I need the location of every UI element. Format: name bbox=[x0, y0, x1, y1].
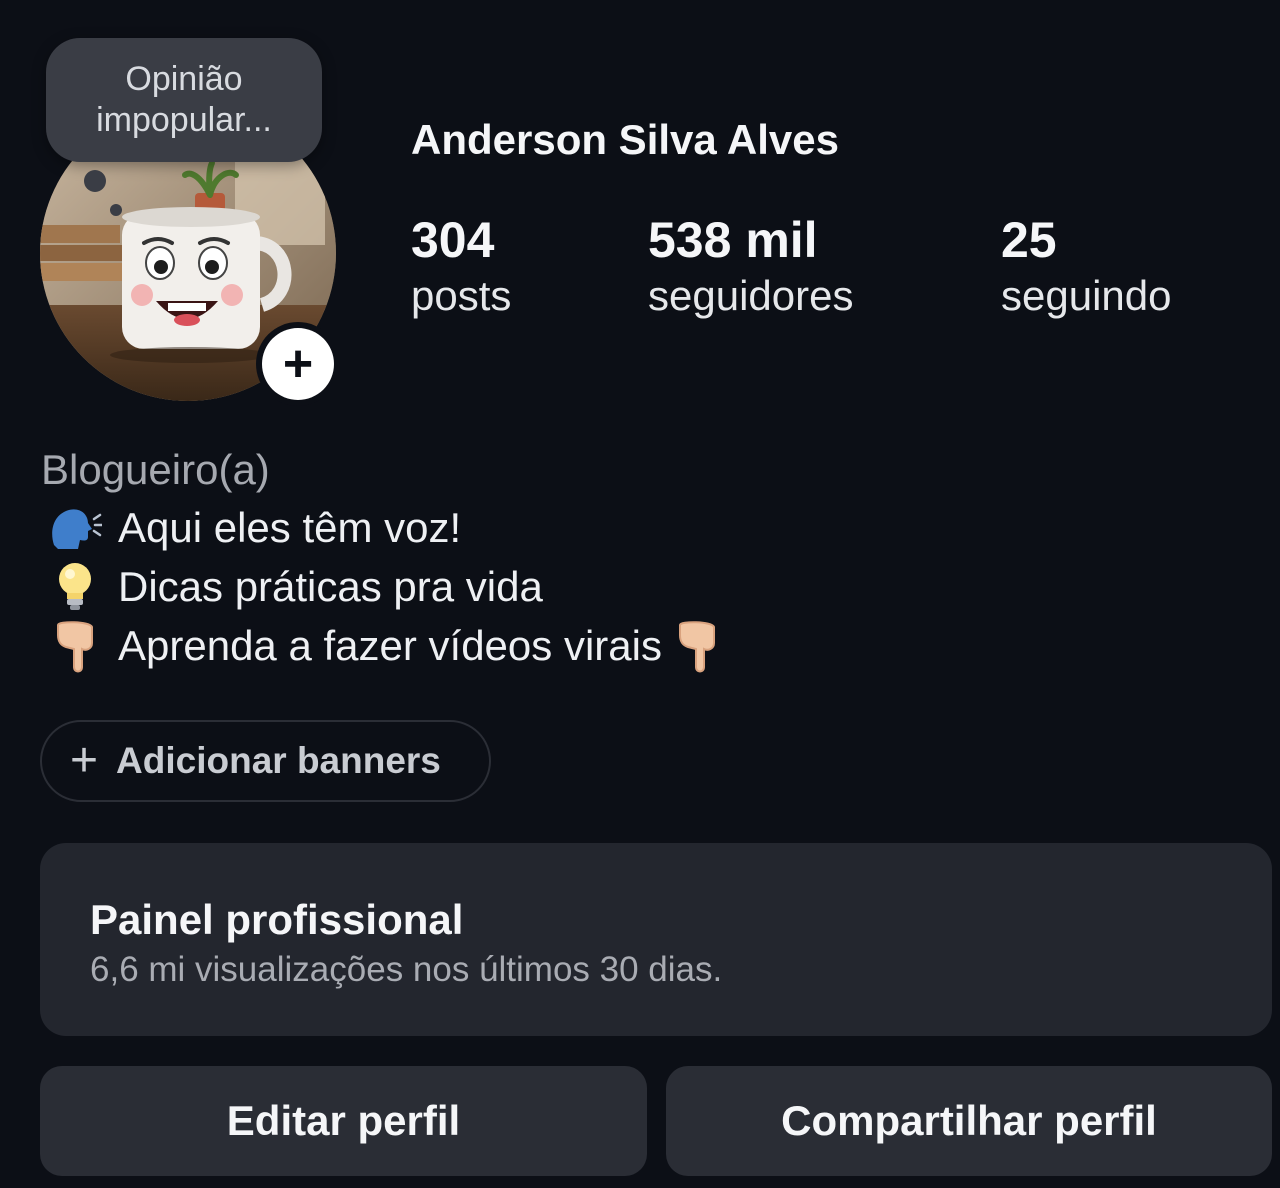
followers-label: seguidores bbox=[648, 272, 854, 319]
add-story-button[interactable]: + bbox=[256, 322, 340, 406]
add-banners-button[interactable]: + Adicionar banners bbox=[40, 720, 491, 802]
note-bubble-tail-small bbox=[110, 204, 122, 216]
stat-followers[interactable]: 538 mil seguidores bbox=[648, 212, 853, 324]
following-label: seguindo bbox=[1001, 272, 1172, 319]
bio-line: Aqui eles têm voz! bbox=[44, 499, 461, 557]
bio-text-1: Aqui eles têm voz! bbox=[118, 504, 462, 551]
profile-page: Opinião impopular... + Anderson Silva Al… bbox=[0, 0, 1280, 1188]
dashboard-subtitle: 6,6 mi visualizações nos últimos 30 dias… bbox=[90, 950, 723, 989]
share-profile-button[interactable]: Compartilhar perfil bbox=[666, 1066, 1272, 1176]
dashboard-title: Painel profissional bbox=[90, 896, 464, 943]
profile-note[interactable]: Opinião impopular... bbox=[46, 38, 322, 162]
posts-count: 304 bbox=[411, 212, 495, 268]
following-count: 25 bbox=[1001, 212, 1057, 268]
bio-text-2: Dicas práticas pra vida bbox=[118, 563, 543, 610]
plus-icon: + bbox=[262, 328, 334, 400]
profile-name: Anderson Silva Alves bbox=[411, 116, 839, 163]
bio-line: Aprenda a fazer vídeos virais bbox=[44, 617, 718, 675]
note-line-2: impopular... bbox=[96, 101, 272, 139]
followers-count: 538 mil bbox=[648, 212, 818, 268]
stat-posts[interactable]: 304 posts bbox=[411, 212, 511, 324]
add-banners-label: Adicionar banners bbox=[116, 740, 441, 781]
stat-following[interactable]: 25 seguindo bbox=[1001, 212, 1171, 324]
edit-profile-button[interactable]: Editar perfil bbox=[40, 1066, 647, 1176]
profile-category: Blogueiro(a) bbox=[41, 446, 270, 493]
speaking-head-icon bbox=[44, 505, 106, 551]
posts-label: posts bbox=[411, 272, 512, 319]
note-bubble-tail bbox=[84, 170, 106, 192]
pointing-down-icon bbox=[44, 619, 106, 673]
note-line-1: Opinião bbox=[125, 60, 243, 98]
professional-dashboard[interactable]: Painel profissional 6,6 mi visualizações… bbox=[40, 843, 1272, 1036]
pointing-down-icon bbox=[676, 619, 718, 673]
plus-icon: + bbox=[70, 734, 99, 787]
bio-line: Dicas práticas pra vida bbox=[44, 558, 543, 616]
light-bulb-icon bbox=[44, 561, 106, 613]
bio-text-3: Aprenda a fazer vídeos virais bbox=[118, 622, 662, 669]
